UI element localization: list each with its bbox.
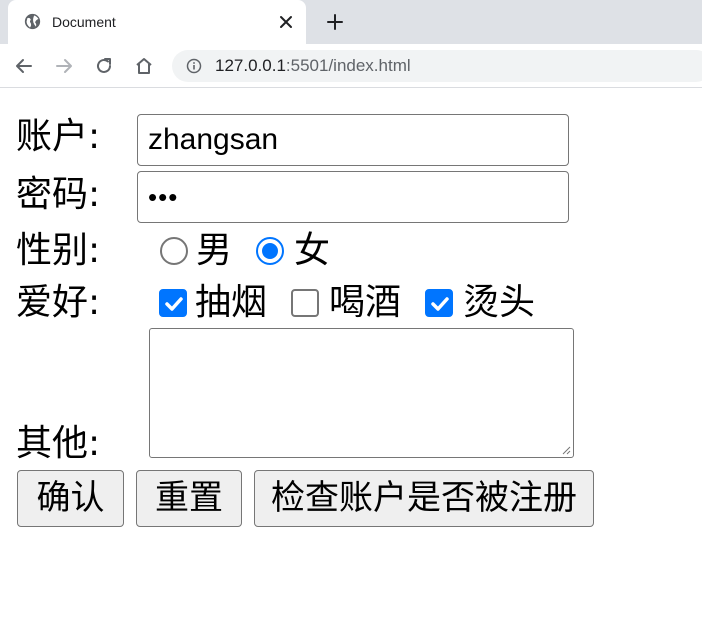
hobby-label: 爱好: (16, 282, 101, 323)
tab-title: Document (52, 14, 116, 30)
hobby-checkbox-perm[interactable] (425, 289, 454, 317)
page-content: 账户: zhangsan 密码: ••• 性别: 男 女 爱好: 抽烟 喝酒 烫… (0, 89, 702, 644)
tab-strip: Document (0, 0, 702, 44)
browser-toolbar: 127.0.0.1:5501/index.html (0, 44, 702, 88)
account-input[interactable]: zhangsan (137, 114, 569, 166)
check-icon (165, 297, 183, 311)
other-textarea[interactable] (149, 328, 574, 458)
url-host: 127.0.0.1 (215, 56, 286, 75)
info-icon[interactable] (186, 58, 202, 74)
globe-icon (24, 13, 41, 30)
gender-option-female: 女 (294, 230, 331, 271)
gender-label: 性别: (16, 230, 101, 271)
hobby-checkbox-smoking[interactable] (159, 289, 187, 317)
back-icon[interactable] (13, 55, 35, 77)
plus-icon[interactable] (325, 12, 345, 32)
home-icon[interactable] (133, 55, 155, 77)
url-path: :5501/index.html (285, 56, 411, 75)
gender-radio-female[interactable] (256, 237, 285, 265)
other-row: 其他: (16, 422, 138, 466)
hobby-checkbox-drinking[interactable] (291, 289, 320, 317)
check-account-button[interactable]: 检查账户是否被注册 (254, 470, 594, 527)
url-text: 127.0.0.1:5501/index.html (215, 56, 411, 76)
hobby-option-smoking: 抽烟 (195, 282, 268, 323)
hobby-row: 爱好: 抽烟 喝酒 烫头 (16, 281, 535, 325)
check-icon (431, 297, 449, 311)
gender-radio-male[interactable] (160, 237, 188, 265)
account-label: 账户: (16, 116, 101, 157)
address-bar[interactable]: 127.0.0.1:5501/index.html (172, 50, 702, 82)
reset-button[interactable]: 重置 (136, 470, 242, 527)
gender-row: 性别: 男 女 (16, 229, 330, 273)
hobby-option-perm: 烫头 (463, 282, 536, 323)
password-input[interactable]: ••• (137, 171, 569, 223)
gender-option-male: 男 (196, 230, 233, 271)
confirm-button[interactable]: 确认 (17, 470, 124, 527)
close-icon[interactable] (276, 12, 296, 32)
tab-document[interactable]: Document (8, 0, 306, 44)
password-row: 密码: (16, 173, 138, 217)
hobby-option-drinking: 喝酒 (329, 282, 402, 323)
other-label: 其他: (16, 423, 101, 464)
resize-grip-icon[interactable] (561, 445, 571, 455)
reload-icon[interactable] (93, 55, 115, 77)
account-row: 账户: (16, 115, 138, 159)
forward-icon[interactable] (53, 55, 75, 77)
password-label: 密码: (16, 174, 101, 215)
